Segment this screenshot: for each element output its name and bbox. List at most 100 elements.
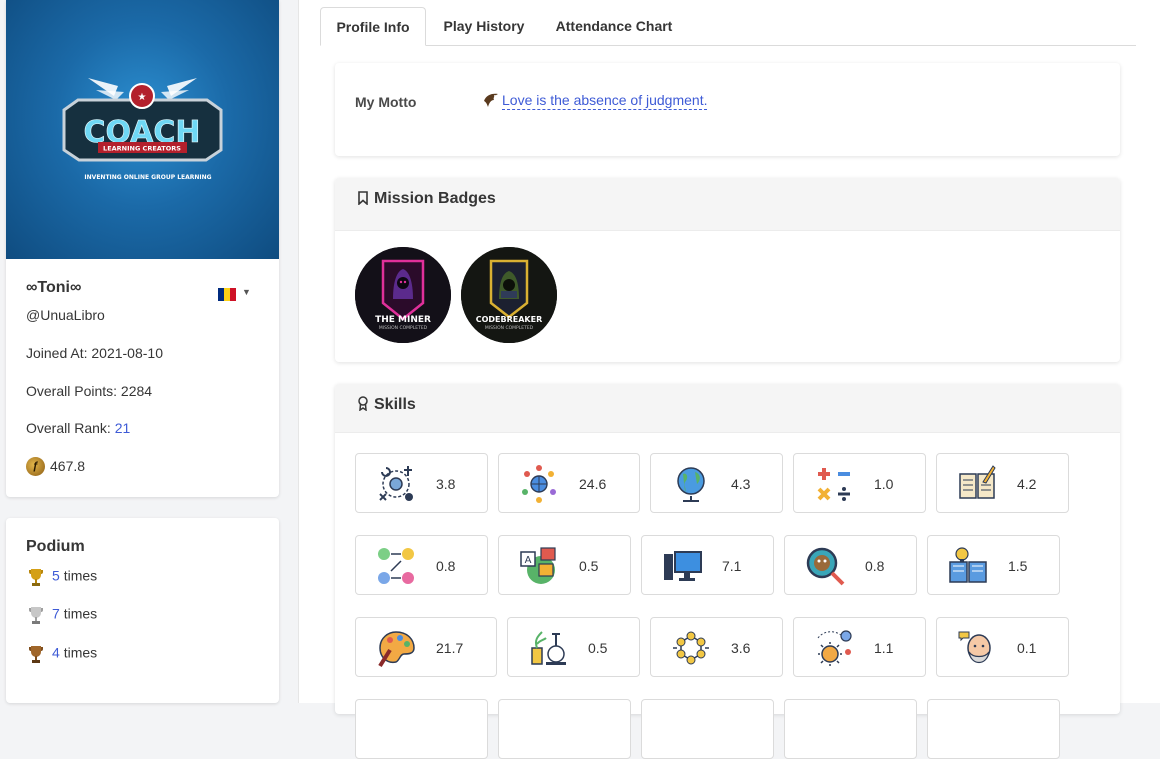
idea-book-icon [949,547,987,583]
skill-item[interactable]: 4.3 [650,453,783,513]
math-icon [817,468,850,501]
skill-item[interactable]: 24.6 [498,453,640,513]
computer-icon [664,551,702,581]
skill-value: 7.1 [722,558,742,574]
podium-silver-count[interactable]: 7 [52,606,60,622]
skill-item-partial[interactable] [784,699,917,759]
coach-logo-icon: ★ COACH LEARNING CREATORS INVENTING ONLI… [62,78,223,181]
skill-item[interactable]: 0.1 [936,617,1069,677]
mission-badges-header: Mission Badges [335,178,1120,231]
podium-card: Podium 5 times 7 times 4 times [6,518,279,703]
skill-item[interactable]: 1.0 [793,453,926,513]
skill-item-partial[interactable] [927,699,1060,759]
tab-play-history[interactable]: Play History [432,7,536,45]
skill-item[interactable]: 3.6 [650,617,783,677]
global-network-icon [522,465,556,503]
svg-text:THE MINER: THE MINER [375,315,431,325]
philosopher-icon [958,631,991,664]
skill-item[interactable]: 21.7 [355,617,497,677]
coin-balance: 467.8 [50,458,86,474]
podium-title: Podium [26,538,85,555]
skill-item[interactable]: 3.8 [355,453,488,513]
skill-item[interactable]: 1.1 [793,617,926,677]
overall-rank-label: Overall Rank: [26,420,115,436]
skill-item[interactable]: A 0.5 [498,535,631,595]
skill-item[interactable]: 0.8 [784,535,917,595]
skill-value: 4.2 [1017,476,1037,492]
molecule-icon [673,631,709,665]
language-flag-icon[interactable] [218,288,236,301]
codebreaker-badge-icon: CODEBREAKER MISSION COMPLETED [461,247,557,343]
podium-bronze-count[interactable]: 4 [52,645,60,661]
skill-value: 1.1 [874,640,894,656]
svg-text:CODEBREAKER: CODEBREAKER [476,315,543,324]
logic-flow-icon [378,548,414,584]
main-content: Profile Info Play History Attendance Cha… [298,0,1160,759]
skill-item-partial[interactable] [498,699,631,759]
astronomy-icon [817,630,852,666]
skill-value: 1.5 [1008,558,1028,574]
podium-bronze-label: times [63,644,98,661]
username: ∞Toni∞ [26,279,82,296]
dropdown-caret-icon[interactable]: ▼ [242,287,251,297]
skill-item-partial[interactable] [355,699,488,759]
bird-icon [482,91,500,113]
overall-rank: Overall Rank: 21 [26,420,130,436]
svg-text:A: A [525,555,532,566]
mission-badges-title: Mission Badges [357,178,496,220]
skills-card: Skills 3.8 24.6 4.3 1.0 4.2 0.8 A 0.5 7.… [335,384,1120,759]
monkey-search-icon [806,547,845,586]
motto-text[interactable]: Love is the absence of judgment. [502,92,708,110]
art-palette-icon [378,631,415,668]
podium-gold-label: times [63,567,98,584]
skills-header: Skills [335,384,1120,433]
miner-badge-icon: THE MINER MISSION COMPLETED [355,247,451,343]
skill-item[interactable]: 0.8 [355,535,488,595]
skill-value: 3.8 [436,476,456,492]
skill-value: 21.7 [436,640,464,656]
literature-icon [959,465,996,499]
skill-value: 4.3 [731,476,751,492]
profile-banner: ★ COACH LEARNING CREATORS INVENTING ONLI… [6,0,279,259]
svg-text:MISSION COMPLETED: MISSION COMPLETED [379,325,428,331]
skill-item[interactable]: 7.1 [641,535,774,595]
biology-lab-icon [531,631,566,665]
podium-gold-count[interactable]: 5 [52,568,60,584]
motto-card: My Motto Love is the absence of judgment… [335,63,1120,156]
podium-silver-label: times [63,605,98,622]
skill-item[interactable]: 0.5 [507,617,640,677]
svg-text:MISSION COMPLETED: MISSION COMPLETED [485,325,534,331]
podium-row-bronze: 4 times [26,644,97,664]
profile-card: ★ COACH LEARNING CREATORS INVENTING ONLI… [6,0,279,497]
skill-value: 0.1 [1017,640,1037,656]
tab-attendance-chart[interactable]: Attendance Chart [544,7,684,45]
silver-trophy-icon [29,607,43,624]
user-handle: @UnuaLibro [26,307,105,323]
podium-row-silver: 7 times [26,605,97,625]
skill-item-partial[interactable] [641,699,774,759]
profile-tabs: Profile Info Play History Attendance Cha… [320,7,1136,46]
tab-profile-info[interactable]: Profile Info [320,7,426,46]
skill-value: 1.0 [874,476,894,492]
svg-text:INVENTING ONLINE GROUP LEARNIN: INVENTING ONLINE GROUP LEARNING [84,174,211,181]
skills-title-text: Skills [374,396,416,413]
skill-value: 0.8 [436,558,456,574]
mission-badges-title-text: Mission Badges [374,190,496,207]
badge-codebreaker[interactable]: CODEBREAKER MISSION COMPLETED [461,247,557,343]
motto-label: My Motto [355,94,417,110]
svg-text:★: ★ [138,92,147,103]
joined-date: Joined At: 2021-08-10 [26,345,163,361]
skill-item[interactable]: 1.5 [927,535,1060,595]
skill-value: 0.5 [588,640,608,656]
skill-value: 0.5 [579,558,599,574]
overall-rank-link[interactable]: 21 [115,420,131,436]
left-column: ★ COACH LEARNING CREATORS INVENTING ONLI… [0,0,298,703]
flag-stripe [230,288,236,301]
skill-value: 3.6 [731,640,751,656]
bronze-trophy-icon [29,646,43,663]
skill-value: 0.8 [865,558,885,574]
overall-points: Overall Points: 2284 [26,383,153,399]
gold-trophy-icon [29,569,43,586]
skill-item[interactable]: 4.2 [936,453,1069,513]
badge-the-miner[interactable]: THE MINER MISSION COMPLETED [355,247,451,343]
